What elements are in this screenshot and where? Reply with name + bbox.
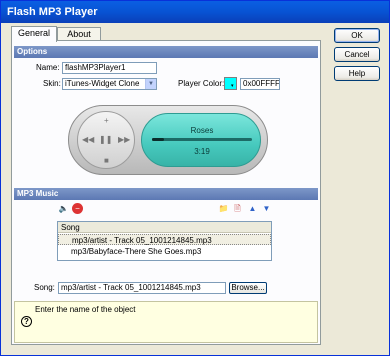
song-field[interactable]: mp3/artist - Track 05_1001214845.mp3 <box>58 282 226 294</box>
window-title: Flash MP3 Player <box>7 6 98 18</box>
player-screen: Roses 3:19 <box>141 113 261 167</box>
name-label: Name: <box>36 63 60 72</box>
skin-label: Skin: <box>43 79 61 88</box>
progress-track[interactable] <box>152 138 252 141</box>
options-header: Options <box>14 46 318 58</box>
list-item[interactable]: mp3/artist - Track 05_1001214845.mp3 <box>58 234 271 245</box>
general-panel: Options Name: flashMP3Player1 Skin: iTun… <box>11 40 321 345</box>
remove-file-icon[interactable]: 🗎 <box>232 203 243 214</box>
browse-button[interactable]: Browse... <box>229 282 267 294</box>
pause-icon[interactable]: ❚❚ <box>99 135 112 144</box>
tab-general[interactable]: General <box>11 26 57 42</box>
move-up-icon[interactable]: ▲ <box>247 203 258 214</box>
song-list-header[interactable]: Song <box>58 222 271 233</box>
remove-icon[interactable]: − <box>72 203 83 214</box>
song-label: Song: <box>34 283 55 292</box>
dialog-window: Flash MP3 Player General About Options N… <box>0 0 390 356</box>
player-preview: + ■ ◀◀ ▶▶ ❚❚ Roses 3:19 <box>68 105 268 175</box>
stop-icon[interactable]: ■ <box>104 156 109 165</box>
cancel-button[interactable]: Cancel <box>334 47 380 62</box>
speaker-icon[interactable]: 🔈 <box>58 203 69 214</box>
song-title: Roses <box>190 126 214 135</box>
hint-text: Enter the name of the object <box>35 305 136 314</box>
tab-about-label: About <box>67 29 91 39</box>
song-time: 3:19 <box>194 147 210 156</box>
list-item[interactable]: mp3/Babyface-There She Goes.mp3 <box>58 246 271 257</box>
rewind-icon[interactable]: ◀◀ <box>82 135 94 144</box>
volume-up-icon[interactable]: + <box>104 116 109 125</box>
skin-select-value: iTunes-Widget Clone <box>65 79 140 88</box>
skin-select[interactable]: iTunes-Widget Clone ▼ <box>62 78 157 90</box>
help-icon: ? <box>21 316 32 327</box>
color-swatch[interactable]: ▾ <box>224 77 237 90</box>
dropdown-arrow-icon: ▾ <box>231 83 234 89</box>
player-controls: + ■ ◀◀ ▶▶ ❚❚ <box>77 111 135 169</box>
title-bar[interactable]: Flash MP3 Player <box>1 1 389 23</box>
player-color-field[interactable]: 0x00FFFF <box>240 78 280 90</box>
ok-button[interactable]: OK <box>334 28 380 43</box>
progress-fill <box>152 138 164 141</box>
chevron-down-icon: ▼ <box>145 79 156 89</box>
name-field[interactable]: flashMP3Player1 <box>62 62 157 74</box>
tab-about[interactable]: About <box>57 27 101 41</box>
song-list[interactable]: Song mp3/artist - Track 05_1001214845.mp… <box>57 221 272 261</box>
player-color-label: Player Color: <box>178 79 225 88</box>
forward-icon[interactable]: ▶▶ <box>118 135 130 144</box>
help-button[interactable]: Help <box>334 66 380 81</box>
mp3-header: MP3 Music <box>14 188 318 200</box>
move-down-icon[interactable]: ▼ <box>261 203 272 214</box>
add-folder-icon[interactable]: 📁 <box>218 203 229 214</box>
hint-box: Enter the name of the object ? <box>14 301 318 343</box>
tab-general-label: General <box>17 28 51 38</box>
